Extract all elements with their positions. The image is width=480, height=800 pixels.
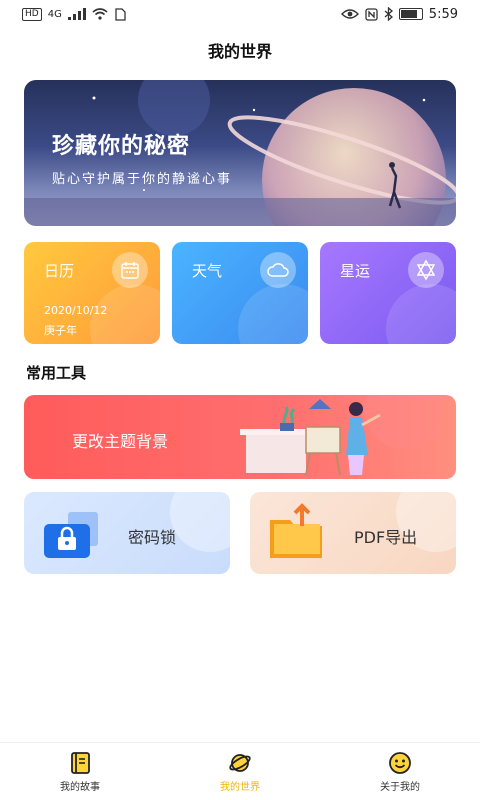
star-of-david-icon	[408, 252, 444, 288]
password-lock-card[interactable]: 密码锁	[24, 492, 230, 574]
cloud-icon	[260, 252, 296, 288]
status-right: 5:59	[340, 6, 458, 22]
status-time: 5:59	[428, 6, 458, 22]
network-type: 4G	[47, 8, 62, 20]
nav-label-my-world: 我的世界	[220, 781, 260, 793]
pdf-export-label: PDF导出	[354, 528, 418, 547]
weather-card-label: 天气	[192, 262, 223, 280]
wifi-icon	[92, 8, 108, 20]
nav-tab-my-world[interactable]: 我的世界	[160, 743, 320, 800]
nav-tab-my-stories[interactable]: 我的故事	[0, 743, 160, 800]
nav-label-about-me: 关于我的	[380, 781, 420, 793]
pdf-export-card[interactable]: PDF导出	[250, 492, 456, 574]
password-lock-label: 密码锁	[128, 528, 177, 547]
feature-cards: 日历 2020/10/12 庚子年 天气 星运	[24, 242, 456, 344]
banner-subtitle: 贴心守护属于你的静谧心事	[52, 172, 233, 187]
eye-icon	[340, 9, 359, 19]
calendar-year: 庚子年	[44, 324, 77, 337]
smiley-icon	[389, 751, 411, 774]
bottom-nav: 我的故事 我的世界 关于我的	[0, 742, 480, 800]
calendar-card-label: 日历	[44, 262, 75, 280]
status-left: HD 4G	[22, 7, 126, 21]
bluetooth-icon	[384, 7, 393, 21]
lock-folder-icon	[44, 512, 98, 558]
nav-label-my-stories: 我的故事	[60, 781, 100, 793]
horoscope-card[interactable]: 星运	[320, 242, 456, 344]
calendar-date: 2020/10/12	[44, 304, 108, 317]
hd-badge: HD	[22, 7, 42, 21]
calendar-card[interactable]: 日历 2020/10/12 庚子年	[24, 242, 160, 344]
notebook-icon	[71, 751, 90, 774]
sim-icon	[115, 7, 126, 21]
nfc-icon	[365, 7, 378, 21]
page-title: 我的世界	[207, 42, 272, 61]
calendar-icon	[112, 252, 148, 288]
change-theme-label: 更改主题背景	[72, 432, 169, 451]
weather-card[interactable]: 天气	[172, 242, 308, 344]
battery-icon	[398, 8, 423, 20]
change-theme-card[interactable]: 更改主题背景	[24, 395, 456, 479]
nav-tab-about-me[interactable]: 关于我的	[320, 743, 480, 800]
hero-banner[interactable]: 珍藏你的秘密 贴心守护属于你的静谧心事	[24, 80, 456, 226]
status-bar: HD 4G 5:59	[0, 0, 480, 28]
export-folder-icon	[270, 503, 322, 558]
banner-title: 珍藏你的秘密	[52, 134, 191, 159]
signal-icon	[67, 8, 86, 20]
tools-section-title: 常用工具	[26, 364, 87, 382]
horoscope-card-label: 星运	[340, 262, 371, 280]
planet-icon	[229, 753, 251, 772]
